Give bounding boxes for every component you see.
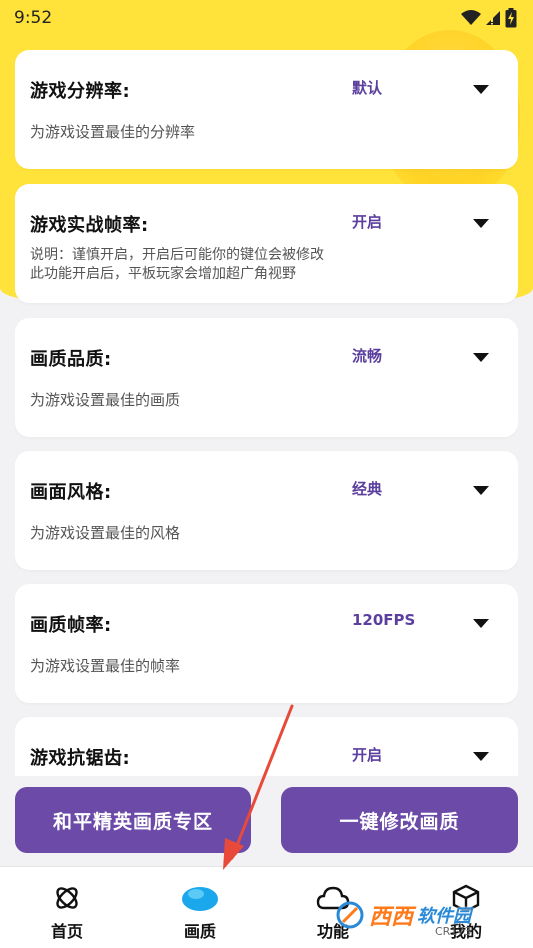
tab-home[interactable]: 首页 <box>12 867 122 948</box>
dropdown-arrow-icon[interactable] <box>463 479 499 503</box>
quality-zone-button[interactable]: 和平精英画质专区 <box>15 787 251 853</box>
setting-card-style[interactable]: 画面风格: 经典 为游戏设置最佳的风格 <box>15 451 518 570</box>
watermark-sub: CR173 <box>435 925 472 938</box>
tab-quality[interactable]: 画质 <box>145 867 255 948</box>
setting-title: 游戏分辨率: <box>30 81 131 102</box>
setting-value[interactable]: 流畅 <box>352 345 382 366</box>
setting-title: 画质帧率: <box>30 615 112 636</box>
setting-value[interactable]: 开启 <box>352 211 382 232</box>
setting-value[interactable]: 开启 <box>352 744 382 765</box>
tab-label: 画质 <box>183 922 216 941</box>
setting-description: 为游戏设置最佳的分辨率 <box>30 123 196 141</box>
setting-card-antialiasing[interactable]: 游戏抗锯齿: 开启 <box>15 717 518 776</box>
watermark: 西西 软件园 CR173 <box>335 885 530 945</box>
settings-list[interactable]: 游戏分辨率: 默认 为游戏设置最佳的分辨率 游戏实战帧率: 开启 说明：谨慎开启… <box>15 50 518 776</box>
dropdown-arrow-icon[interactable] <box>463 612 499 636</box>
setting-card-resolution[interactable]: 游戏分辨率: 默认 为游戏设置最佳的分辨率 <box>15 50 518 169</box>
setting-value[interactable]: 120FPS <box>352 611 415 629</box>
setting-description: 为游戏设置最佳的帧率 <box>30 657 181 675</box>
status-time: 9:52 <box>14 8 53 28</box>
dropdown-arrow-icon[interactable] <box>463 212 499 236</box>
watermark-brand: 西西 <box>369 905 414 930</box>
setting-value[interactable]: 经典 <box>352 478 382 499</box>
dropdown-arrow-icon[interactable] <box>463 78 499 102</box>
setting-title: 画面风格: <box>30 482 112 503</box>
tab-label: 首页 <box>50 922 83 941</box>
setting-card-battle-framerate[interactable]: 游戏实战帧率: 开启 说明：谨慎开启，开启后可能你的键位会被修改 此功能开启后，… <box>15 184 518 303</box>
wifi-icon <box>461 10 481 25</box>
watermark-logo-icon <box>336 901 364 929</box>
cloud-blob-icon <box>180 884 220 912</box>
bottom-actions: 和平精英画质专区 一键修改画质 <box>0 776 533 866</box>
status-bar: 9:52 <box>0 0 533 36</box>
setting-card-quality[interactable]: 画质品质: 流畅 为游戏设置最佳的画质 <box>15 318 518 437</box>
atom-icon <box>52 884 82 912</box>
signal-icon <box>486 11 500 25</box>
dropdown-arrow-icon[interactable] <box>463 346 499 370</box>
status-icons <box>461 8 517 28</box>
setting-description: 为游戏设置最佳的画质 <box>30 391 181 409</box>
setting-description: 说明：谨慎开启，开启后可能你的键位会被修改 此功能开启后，平板玩家会增加超广角视… <box>30 246 324 284</box>
battery-icon <box>505 8 517 28</box>
setting-description-line: 此功能开启后，平板玩家会增加超广角视野 <box>30 266 296 282</box>
setting-description: 为游戏设置最佳的风格 <box>30 524 181 542</box>
setting-title: 画质品质: <box>30 349 112 370</box>
setting-title: 游戏实战帧率: <box>30 215 149 236</box>
setting-card-framerate[interactable]: 画质帧率: 120FPS 为游戏设置最佳的帧率 <box>15 584 518 703</box>
one-click-modify-button[interactable]: 一键修改画质 <box>281 787 518 853</box>
setting-description-line: 说明：谨慎开启，开启后可能你的键位会被修改 <box>30 247 324 263</box>
setting-value[interactable]: 默认 <box>352 77 382 98</box>
dropdown-arrow-icon[interactable] <box>463 745 499 769</box>
setting-title: 游戏抗锯齿: <box>30 748 131 769</box>
